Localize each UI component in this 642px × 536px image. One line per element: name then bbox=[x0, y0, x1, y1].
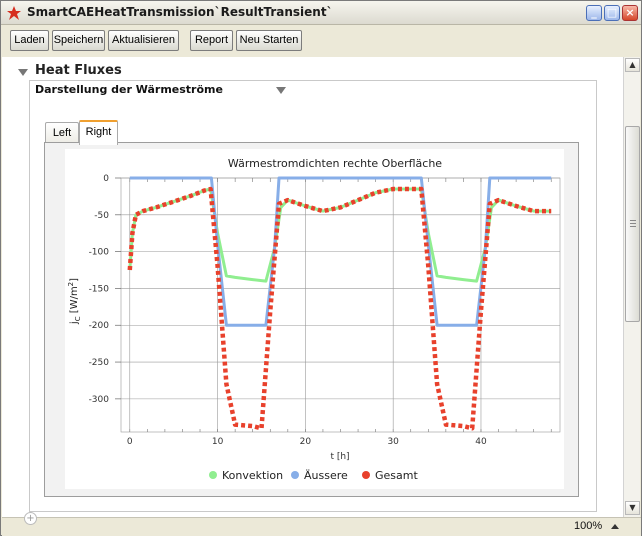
maximize-icon: □ bbox=[606, 6, 618, 19]
title-bar[interactable]: SmartCAEHeatTransmission`ResultTransient… bbox=[1, 1, 641, 25]
scroll-thumb[interactable] bbox=[625, 126, 640, 322]
close-button[interactable]: × bbox=[622, 5, 638, 21]
speichern-button[interactable]: Speichern bbox=[52, 30, 105, 51]
minimize-button[interactable]: _ bbox=[586, 5, 602, 21]
x-tick-label: 40 bbox=[475, 437, 487, 447]
vertical-scrollbar[interactable]: ▲ ▼ bbox=[623, 57, 640, 517]
tab-right[interactable]: Right bbox=[79, 120, 118, 145]
button-toolbar: Laden Speichern Aktualisieren Report Neu… bbox=[1, 26, 641, 56]
y-tick-label: -200 bbox=[89, 321, 110, 331]
heat-flux-chart: Wärmestromdichten rechte Oberfläche 0 -50… bbox=[65, 149, 564, 489]
close-icon: × bbox=[625, 6, 635, 19]
display-dropdown-label: Darstellung der Wärmeströme bbox=[35, 83, 223, 96]
x-tick-label: 10 bbox=[212, 437, 224, 447]
scroll-down-icon[interactable]: ▼ bbox=[625, 501, 640, 515]
zoom-menu-icon[interactable] bbox=[611, 524, 619, 529]
y-tick-label: -150 bbox=[89, 284, 110, 294]
dropdown-arrow-icon[interactable] bbox=[276, 87, 286, 94]
legend-marker-aeussere bbox=[291, 471, 299, 479]
status-bar: + 100% bbox=[2, 512, 641, 536]
y-tick-label: -100 bbox=[89, 248, 110, 258]
section-collapse-icon[interactable] bbox=[18, 69, 28, 76]
zoom-level[interactable]: 100% bbox=[574, 520, 602, 532]
app-logo-icon bbox=[7, 6, 21, 20]
x-tick-label: 20 bbox=[300, 437, 312, 447]
y-tick-label: -50 bbox=[94, 211, 109, 221]
neu-starten-button[interactable]: Neu Starten bbox=[236, 30, 302, 51]
scroll-up-icon[interactable]: ▲ bbox=[625, 58, 640, 72]
x-axis-label: t [h] bbox=[330, 452, 349, 462]
grip-line bbox=[630, 226, 636, 227]
laden-button[interactable]: Laden bbox=[10, 30, 49, 51]
grip-line bbox=[630, 220, 636, 221]
x-tick-label: 30 bbox=[387, 437, 399, 447]
aktualisieren-button[interactable]: Aktualisieren bbox=[108, 30, 179, 51]
legend-label-aeussere: Äussere bbox=[304, 469, 348, 482]
legend-marker-konvektion bbox=[209, 471, 217, 479]
y-tick-label: -300 bbox=[89, 395, 110, 405]
section-title: Heat Fluxes bbox=[35, 63, 122, 78]
add-cell-icon[interactable]: + bbox=[24, 512, 37, 525]
grip-line bbox=[630, 223, 636, 224]
y-tick-label: -250 bbox=[89, 358, 110, 368]
report-button[interactable]: Report bbox=[190, 30, 233, 51]
tab-left[interactable]: Left bbox=[45, 122, 79, 144]
legend-marker-gesamt bbox=[362, 471, 370, 479]
window-title: SmartCAEHeatTransmission`ResultTransient… bbox=[27, 5, 333, 19]
minimize-icon: _ bbox=[591, 6, 597, 19]
app-window: SmartCAEHeatTransmission`ResultTransient… bbox=[0, 0, 642, 536]
x-tick-label: 0 bbox=[127, 437, 133, 447]
y-tick-label: 0 bbox=[103, 174, 109, 184]
legend-label-konvektion: Konvektion bbox=[222, 469, 283, 482]
legend-label-gesamt: Gesamt bbox=[375, 469, 418, 482]
maximize-button[interactable]: □ bbox=[604, 5, 620, 21]
chart-title: Wärmestromdichten rechte Oberfläche bbox=[228, 157, 442, 170]
